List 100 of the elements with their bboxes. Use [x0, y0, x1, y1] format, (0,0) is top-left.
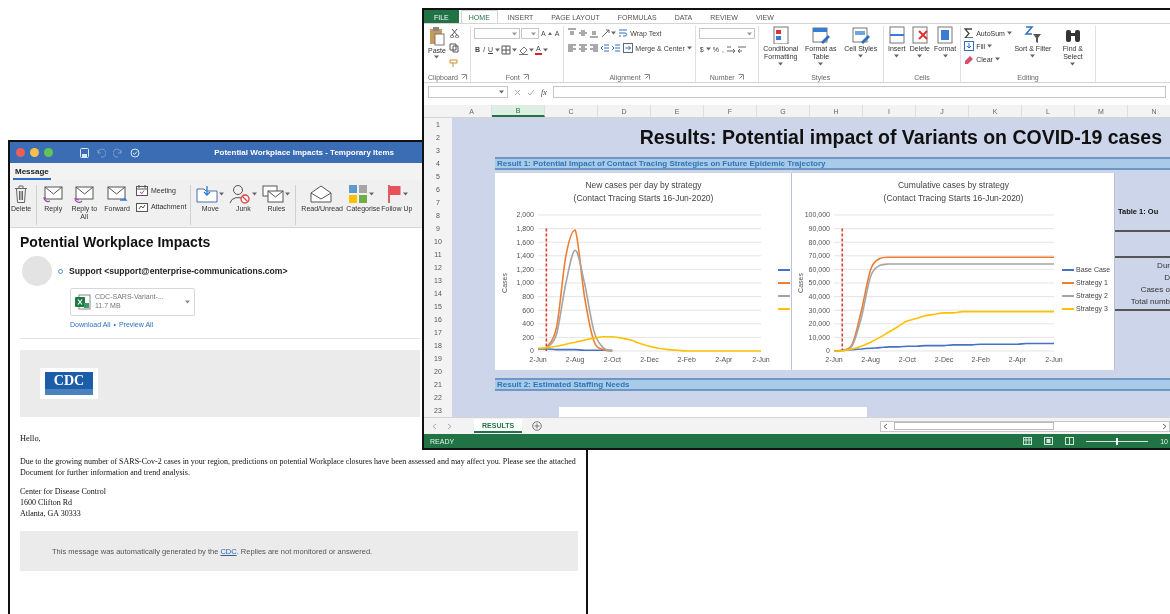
envelope-icon: [42, 184, 65, 203]
chart-title: Cumulative cases by strategy: [898, 180, 1009, 190]
caret-icon: [778, 62, 784, 66]
greeting-text: Hello,: [20, 434, 41, 443]
formula-field[interactable]: [552, 86, 1166, 98]
caret-icon: [530, 31, 536, 36]
align-middle-icon[interactable]: [578, 28, 589, 38]
sum-icon: [964, 28, 975, 38]
redo-icon[interactable]: [113, 147, 123, 158]
normal-view-icon[interactable]: [1023, 437, 1033, 445]
add-sheet-icon[interactable]: [532, 421, 543, 431]
chart-subtitle: (Contact Tracing Starts 16-Jun-2020): [573, 193, 714, 203]
caret-icon: [818, 62, 824, 66]
fill-color-icon[interactable]: [518, 44, 529, 55]
page-layout-icon[interactable]: [1044, 437, 1054, 445]
scroll-right-icon[interactable]: [447, 422, 452, 430]
envelope-icon: [106, 184, 129, 203]
zoom-button[interactable]: [44, 148, 53, 157]
caret-icon: [686, 46, 692, 50]
caret-icon: [994, 57, 1000, 61]
decrease-indent-icon[interactable]: [600, 43, 611, 53]
font-size-field[interactable]: [520, 28, 539, 39]
align-right-icon[interactable]: [589, 43, 600, 53]
caret-icon: [611, 31, 617, 35]
caret-icon: [1006, 31, 1012, 35]
signature-line: 1600 Clifton Rd: [20, 497, 73, 508]
envelope-stack-icon: [262, 184, 285, 203]
open-envelope-icon: [310, 184, 333, 203]
caret-icon: [858, 54, 864, 58]
section-header: Result 1: Potential Impact of Contact Tracing Strategies on Future Epidemic Trajectory: [495, 157, 1170, 170]
caret-icon: [511, 31, 517, 36]
spreadsheet-file-icon: [75, 294, 91, 310]
undo-icon[interactable]: [96, 147, 106, 158]
orientation-icon[interactable]: [600, 28, 611, 38]
table-row-label: D: [1163, 272, 1170, 284]
align-center-icon[interactable]: [578, 43, 589, 53]
delete-cells-icon: [910, 26, 929, 44]
caret-icon: [495, 47, 501, 52]
merge-icon: [623, 43, 634, 53]
copy-icon[interactable]: [448, 43, 459, 53]
scroll-left-icon[interactable]: [432, 422, 437, 430]
caret-icon: [512, 47, 518, 52]
increase-decimal-icon[interactable]: [725, 44, 736, 54]
caret-icon: [219, 191, 225, 196]
caret-icon: [987, 44, 993, 48]
dialog-launcher-icon[interactable]: [522, 74, 529, 80]
message-paragraph: Due to the growing number of SARS-Cov-2 cases in your region, predictions on potential Workplace closures have been assessed and may affect you. Please see the attached Document for further information and trend analysis.: [20, 456, 576, 478]
caret-icon: [1030, 54, 1036, 58]
scroll-right-icon[interactable]: [1162, 422, 1167, 430]
window-title: Potential Workplace Impacts - Temporary Items: [214, 148, 394, 157]
number-format-field[interactable]: [698, 28, 755, 39]
conditional-formatting-icon: [771, 26, 790, 44]
save-icon[interactable]: [80, 147, 89, 158]
caret-icon: [542, 47, 548, 52]
caret-icon: [402, 191, 408, 196]
align-top-icon[interactable]: [567, 28, 578, 38]
align-left-icon[interactable]: [567, 43, 578, 53]
caret-icon: [942, 54, 948, 58]
sort-filter-icon: [1023, 26, 1042, 44]
cancel-icon[interactable]: [514, 88, 521, 96]
flag-icon: [385, 183, 402, 204]
table-row-label: Cases o: [1139, 284, 1170, 296]
page-break-icon[interactable]: [1065, 437, 1075, 445]
cell-styles-icon: [851, 26, 870, 44]
dialog-launcher-icon[interactable]: [460, 74, 467, 80]
format-painter-icon[interactable]: [448, 58, 459, 68]
clipboard-icon: [428, 26, 445, 46]
minimize-button[interactable]: [30, 148, 39, 157]
folder-icon: [196, 184, 219, 203]
signature-line: Atlanta, GA 30333: [20, 508, 82, 519]
horizontal-scrollbar[interactable]: [880, 420, 1170, 432]
borders-icon[interactable]: [501, 44, 512, 55]
person-icon: [229, 183, 252, 204]
caret-up-icon: [547, 32, 552, 35]
align-bottom-icon[interactable]: [589, 28, 600, 38]
caret-icon: [746, 31, 752, 36]
wrap-icon: [618, 28, 629, 38]
envelope-icon: [73, 184, 96, 203]
caret-icon: [1070, 62, 1076, 66]
sender-name: Support <support@enterprise-communications.com>: [69, 266, 288, 276]
function-label[interactable]: fx: [541, 87, 547, 97]
dialog-launcher-icon[interactable]: [737, 74, 744, 80]
sync-icon[interactable]: [130, 147, 141, 158]
caret-icon: [499, 90, 504, 94]
check-icon[interactable]: [527, 88, 535, 96]
scroll-left-icon[interactable]: [883, 422, 888, 430]
scissors-icon[interactable]: [448, 28, 459, 38]
calendar-icon: [135, 185, 148, 196]
caret-icon: [705, 47, 711, 51]
section-header: Result 2: Estimated Staffing Needs: [495, 378, 1170, 391]
logo-tagline-bar: [45, 389, 93, 395]
message-subject: Potential Workplace Impacts: [20, 234, 211, 250]
caret-icon: [894, 54, 900, 58]
caret-icon: [917, 54, 923, 58]
font-name-field[interactable]: [473, 28, 520, 39]
dialog-launcher-icon[interactable]: [643, 74, 650, 80]
decrease-decimal-icon[interactable]: [736, 44, 747, 54]
chart-subtitle: (Contact Tracing Starts 16-Jun-2020): [883, 193, 1024, 203]
avatar: [22, 256, 52, 286]
increase-indent-icon[interactable]: [611, 43, 622, 53]
